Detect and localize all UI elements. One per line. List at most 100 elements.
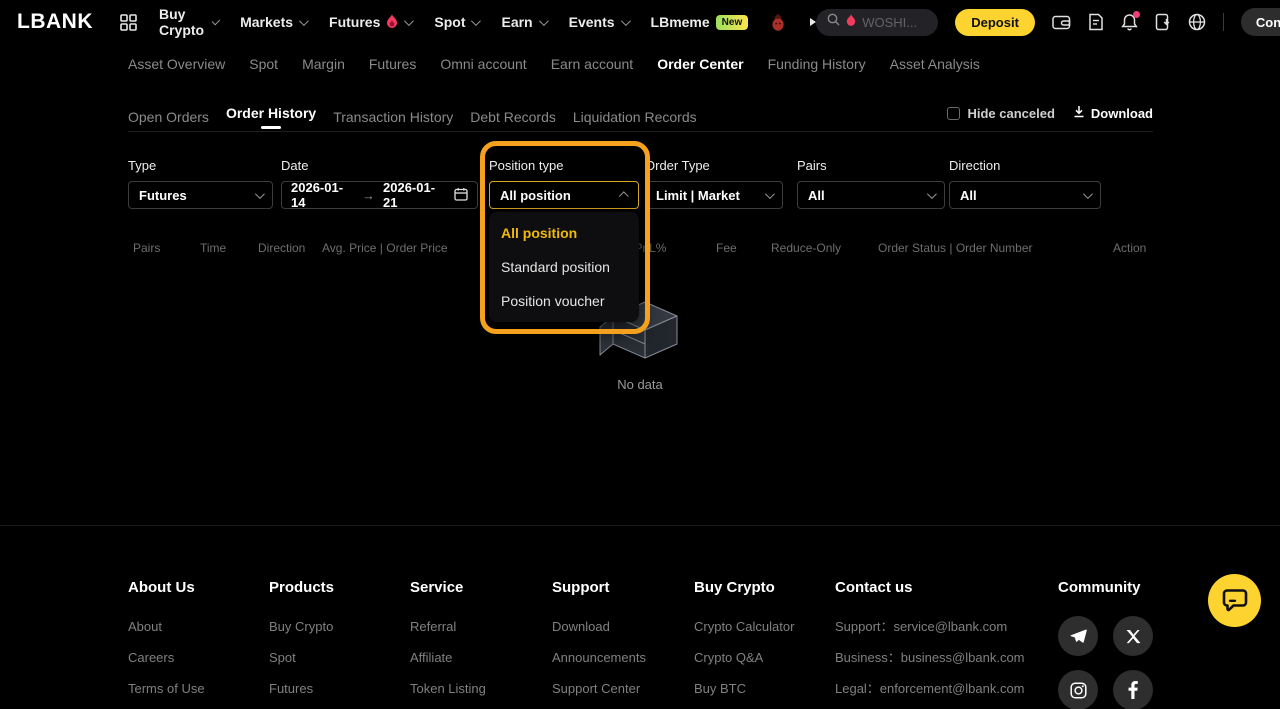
new-badge: New	[716, 15, 749, 30]
footer-link[interactable]: Token Listing	[410, 682, 486, 695]
chevron-down-icon	[255, 189, 265, 199]
empty-box-icon	[597, 353, 683, 370]
tab-order-history[interactable]: Order History	[226, 99, 316, 129]
footer-link[interactable]: Download	[552, 620, 659, 633]
column-header-action: Action	[1113, 241, 1146, 255]
download-button[interactable]: Download	[1073, 105, 1153, 123]
footer-link[interactable]: Referral	[410, 620, 486, 633]
footer-link[interactable]: Buy BTC	[694, 682, 794, 695]
column-header-direction: Direction	[258, 241, 305, 255]
footer-contact-legal[interactable]: Legal：enforcement@lbank.com	[835, 682, 1025, 695]
account-nav-futures[interactable]: Futures	[369, 56, 416, 72]
column-header-pairs: Pairs	[133, 241, 160, 255]
footer-link[interactable]: Spot	[269, 651, 334, 664]
nav-spot[interactable]: Spot	[434, 14, 478, 30]
account-nav-order-center[interactable]: Order Center	[657, 56, 743, 72]
nav-futures[interactable]: Futures	[329, 14, 411, 31]
topbar-right: Deposit Connect	[816, 8, 1280, 36]
chat-icon	[1222, 588, 1248, 613]
footer-contact-support[interactable]: Support：service@lbank.com	[835, 620, 1025, 633]
footer-link[interactable]: Terms of Use	[128, 682, 209, 695]
arrow-right-icon: →	[362, 188, 375, 203]
chat-button[interactable]	[1208, 574, 1261, 627]
orders-document-icon[interactable]	[1088, 13, 1104, 31]
app-download-icon[interactable]	[1155, 13, 1171, 31]
footer-link[interactable]: Careers	[128, 651, 209, 664]
page: LBANK Buy Crypto Markets Futures Spot Ea…	[0, 0, 1280, 709]
option-position-voucher[interactable]: Position voucher	[489, 284, 639, 318]
wallet-icon[interactable]	[1052, 14, 1071, 31]
connect-button[interactable]: Connect	[1241, 8, 1280, 36]
type-select[interactable]: Futures	[128, 181, 273, 209]
deposit-button[interactable]: Deposit	[955, 9, 1035, 36]
position-type-select[interactable]: All position	[489, 181, 639, 209]
search-box[interactable]	[816, 9, 938, 36]
pairs-select[interactable]: All	[797, 181, 945, 209]
footer-link[interactable]: Support Center	[552, 682, 659, 695]
apps-grid-icon[interactable]	[120, 14, 137, 31]
tab-open-orders[interactable]: Open Orders	[128, 103, 209, 125]
filter-order-type-label: Order Type	[645, 158, 783, 173]
tab-transaction-history[interactable]: Transaction History	[333, 103, 453, 125]
account-nav-asset-overview[interactable]: Asset Overview	[128, 56, 225, 72]
option-standard-position[interactable]: Standard position	[489, 250, 639, 284]
footer-link[interactable]: Crypto Q&A	[694, 651, 794, 664]
footer-col-service: Service Referral Affiliate Token Listing…	[410, 579, 486, 709]
topbar: LBANK Buy Crypto Markets Futures Spot Ea…	[0, 0, 1280, 44]
nav-events[interactable]: Events	[569, 14, 628, 30]
hide-canceled-checkbox[interactable]: Hide canceled	[947, 106, 1054, 121]
footer-col-support: Support Download Announcements Support C…	[552, 579, 659, 709]
footer-link[interactable]: Futures	[269, 682, 334, 695]
telegram-button[interactable]	[1058, 616, 1098, 656]
nav-lbmeme[interactable]: LBmemeNew	[651, 14, 749, 30]
mascot-icon[interactable]	[771, 13, 785, 31]
filter-order-type: Order Type Limit | Market	[645, 158, 783, 209]
footer-link[interactable]: Buy Crypto	[269, 620, 334, 633]
filter-pairs: Pairs All	[797, 158, 945, 209]
facebook-button[interactable]	[1113, 670, 1153, 709]
nav-buy-crypto[interactable]: Buy Crypto	[159, 6, 217, 38]
account-nav-asset-analysis[interactable]: Asset Analysis	[890, 56, 980, 72]
bell-icon[interactable]	[1121, 13, 1138, 31]
nav-earn[interactable]: Earn	[501, 14, 545, 30]
column-header-avg-order-price: Avg. Price | Order Price	[322, 241, 448, 255]
column-header-reduce-only: Reduce-Only	[771, 241, 841, 255]
lbank-logo[interactable]: LBANK	[17, 10, 93, 34]
option-all-position[interactable]: All position	[489, 216, 639, 250]
nav-expand-arrow[interactable]	[808, 18, 816, 26]
chevron-down-icon	[212, 16, 220, 24]
chevron-down-icon	[927, 189, 937, 199]
direction-select[interactable]: All	[949, 181, 1101, 209]
main-nav: Buy Crypto Markets Futures Spot Earn Eve…	[159, 6, 816, 38]
download-icon	[1073, 105, 1085, 123]
order-table-header: Pairs Time Direction Avg. Price | Order …	[0, 241, 1280, 257]
filter-direction-label: Direction	[949, 158, 1101, 173]
account-nav-funding-history[interactable]: Funding History	[768, 56, 866, 72]
footer-link[interactable]: Crypto Calculator	[694, 620, 794, 633]
x-button[interactable]	[1113, 616, 1153, 656]
footer-link[interactable]: About	[128, 620, 209, 633]
tab-debt-records[interactable]: Debt Records	[470, 103, 556, 125]
date-range-picker[interactable]: 2026-01-14 → 2026-01-21	[281, 181, 478, 209]
tab-liquidation-records[interactable]: Liquidation Records	[573, 103, 697, 125]
account-nav: Asset Overview Spot Margin Futures Omni …	[128, 48, 980, 80]
column-header-time: Time	[200, 241, 226, 255]
order-type-select[interactable]: Limit | Market	[645, 181, 783, 209]
search-input[interactable]	[862, 15, 932, 30]
footer-link[interactable]: Announcements	[552, 651, 659, 664]
no-data-label: No data	[560, 377, 720, 392]
footer-col-about-us: About Us About Careers Terms of Use Priv…	[128, 579, 209, 709]
filter-type-label: Type	[128, 158, 273, 173]
account-nav-earn-account[interactable]: Earn account	[551, 56, 634, 72]
globe-language-icon[interactable]	[1188, 13, 1206, 31]
account-nav-omni-account[interactable]: Omni account	[440, 56, 526, 72]
footer-link[interactable]: Affiliate	[410, 651, 486, 664]
account-nav-margin[interactable]: Margin	[302, 56, 345, 72]
account-nav-spot[interactable]: Spot	[249, 56, 278, 72]
instagram-button[interactable]	[1058, 670, 1098, 709]
filter-position-type: Position type All position	[489, 158, 639, 209]
search-icon	[827, 13, 840, 31]
footer-contact-business[interactable]: Business：business@lbank.com	[835, 651, 1025, 664]
nav-markets[interactable]: Markets	[240, 14, 306, 30]
facebook-icon	[1128, 681, 1138, 699]
